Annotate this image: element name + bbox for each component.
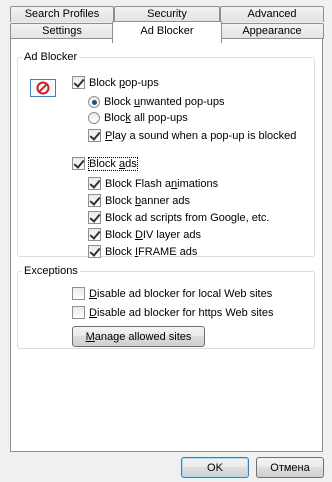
exceptions-group: Exceptions Disable ad blocker for local … (17, 265, 315, 349)
block-ads-label: Block ads (88, 156, 138, 171)
block-ads-checkbox[interactable]: Block ads (72, 156, 138, 171)
tab-appearance[interactable]: Appearance (220, 23, 324, 39)
checkbox-box[interactable] (72, 306, 85, 319)
checkbox-box[interactable] (88, 228, 101, 241)
ok-button[interactable]: OK (181, 457, 249, 478)
block-iframe-ads-label: Block IFRAME ads (105, 245, 198, 258)
block-ad-scripts-label: Block ad scripts from Google, etc. (105, 211, 270, 224)
checkbox-box[interactable] (72, 76, 85, 89)
disable-local-label: Disable ad blocker for local Web sites (89, 287, 273, 300)
block-banner-ads-label: Block banner ads (105, 194, 191, 207)
checkbox-box[interactable] (72, 157, 85, 170)
disable-https-label: Disable ad blocker for https Web sites (89, 306, 274, 319)
checkbox-box[interactable] (88, 177, 101, 190)
block-unwanted-popups-label: Block unwanted pop-ups (104, 96, 225, 108)
ad-blocker-legend: Ad Blocker (24, 51, 78, 63)
ad-blocker-panel: Ad Blocker Block pop-ups Block unwanted … (10, 38, 323, 452)
checkbox-box[interactable] (88, 245, 101, 258)
tab-security[interactable]: Security (114, 6, 220, 22)
block-flash-animations-checkbox[interactable]: Block Flash animations (88, 177, 218, 190)
block-ad-scripts-checkbox[interactable]: Block ad scripts from Google, etc. (88, 211, 269, 224)
exceptions-legend: Exceptions (24, 265, 78, 277)
disable-local-checkbox[interactable]: Disable ad blocker for local Web sites (72, 287, 272, 300)
tab-strip: Search Profiles Security Advanced Settin… (10, 6, 324, 43)
block-unwanted-popups-radio[interactable]: Block unwanted pop-ups (88, 96, 225, 108)
tab-settings[interactable]: Settings (10, 23, 114, 39)
block-popups-checkbox[interactable]: Block pop-ups (72, 76, 159, 89)
block-banner-ads-checkbox[interactable]: Block banner ads (88, 194, 190, 207)
block-flash-animations-label: Block Flash animations (105, 177, 219, 190)
disable-https-checkbox[interactable]: Disable ad blocker for https Web sites (72, 306, 273, 319)
block-div-layer-ads-checkbox[interactable]: Block DIV layer ads (88, 228, 201, 241)
tab-search-profiles[interactable]: Search Profiles (10, 6, 114, 22)
checkbox-box[interactable] (88, 194, 101, 207)
no-entry-icon (30, 79, 56, 97)
checkbox-box[interactable] (72, 287, 85, 300)
play-sound-checkbox[interactable]: Play a sound when a pop-up is blocked (88, 129, 296, 142)
block-all-popups-label: Block all pop-ups (104, 112, 188, 124)
ad-blocker-group: Ad Blocker Block pop-ups Block unwanted … (17, 51, 315, 258)
checkbox-box[interactable] (88, 211, 101, 224)
block-popups-label: Block pop-ups (89, 76, 159, 89)
play-sound-label: Play a sound when a pop-up is blocked (105, 129, 297, 142)
tab-ad-blocker[interactable]: Ad Blocker (112, 21, 222, 43)
manage-allowed-sites-button[interactable]: Manage allowed sites (72, 326, 205, 347)
radio-circle[interactable] (88, 96, 100, 108)
tab-advanced[interactable]: Advanced (220, 6, 324, 22)
radio-circle[interactable] (88, 112, 100, 124)
block-iframe-ads-checkbox[interactable]: Block IFRAME ads (88, 245, 197, 258)
cancel-button[interactable]: Отмена (256, 457, 324, 478)
block-div-layer-ads-label: Block DIV layer ads (105, 228, 202, 241)
block-all-popups-radio[interactable]: Block all pop-ups (88, 112, 188, 124)
checkbox-box[interactable] (88, 129, 101, 142)
